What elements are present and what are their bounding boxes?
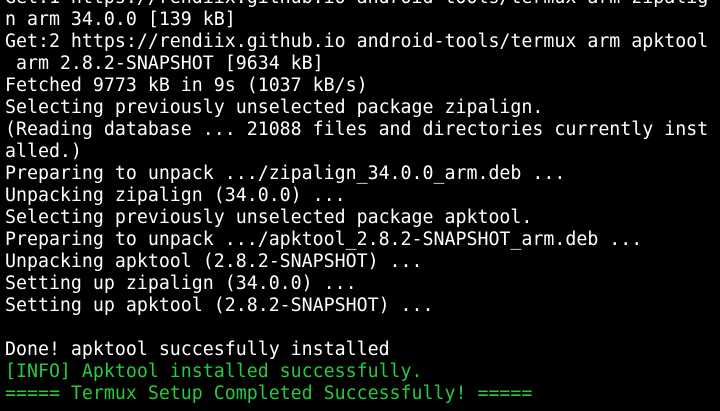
terminal-line: Setting up apktool (2.8.2-SNAPSHOT) ... [5,295,434,316]
terminal-line: arm 2.8.2-SNAPSHOT [9634 kB] [5,53,324,74]
terminal-line: Selecting previously unselected package … [5,97,544,118]
terminal-line-info: [INFO] Apktool installed successfully. [5,361,423,382]
terminal-line: (Reading database ... 21088 files and di… [5,119,709,140]
terminal-line: alled.) [5,141,82,162]
terminal-window[interactable]: Get:1 https://rendiix.github.io android-… [0,0,720,411]
terminal-line: Preparing to unpack .../apktool_2.8.2-SN… [5,229,643,250]
terminal-line: Get:2 https://rendiix.github.io android-… [5,31,709,52]
terminal-output: Get:1 https://rendiix.github.io android-… [5,0,720,405]
terminal-line: Unpacking apktool (2.8.2-SNAPSHOT) ... [5,251,423,272]
terminal-line: Unpacking zipalign (34.0.0) ... [5,185,346,206]
terminal-line: Setting up zipalign (34.0.0) ... [5,273,357,294]
terminal-line: Get:1 https://rendiix.github.io android-… [5,0,720,9]
terminal-line-done: Done! apktool succesfully installed [5,339,390,360]
terminal-line-success-banner: ===== Termux Setup Completed Successfull… [5,383,533,404]
terminal-line: Fetched 9773 kB in 9s (1037 kB/s) [5,75,368,96]
terminal-line: Selecting previously unselected package … [5,207,533,228]
terminal-line: n arm 34.0.0 [139 kB] [5,9,236,30]
terminal-line: Preparing to unpack .../zipalign_34.0.0_… [5,163,566,184]
